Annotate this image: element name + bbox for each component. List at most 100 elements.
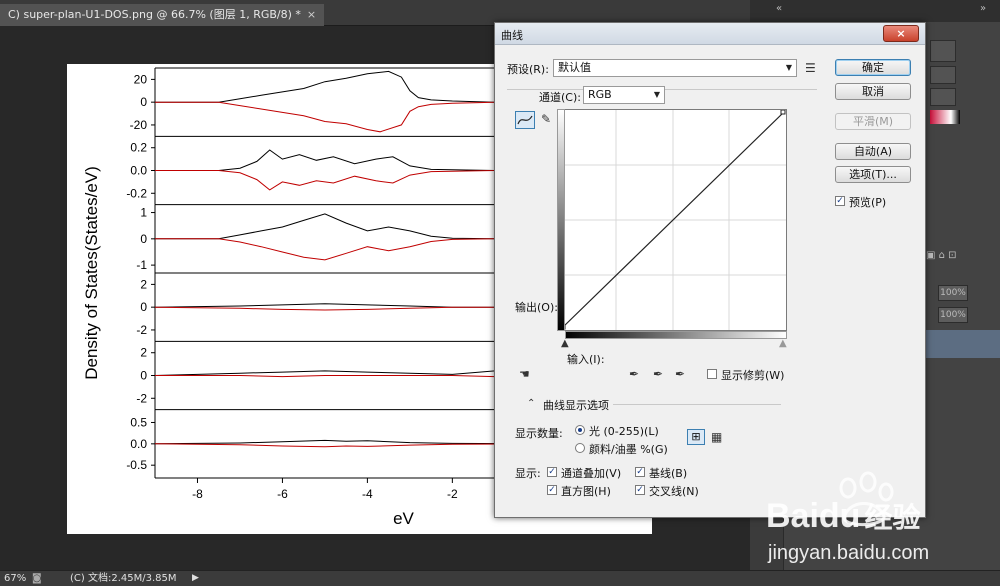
simple-grid-icon[interactable]: ⊞ — [687, 429, 705, 445]
y-tick-label: 0.5 — [130, 415, 147, 429]
pigment-radio[interactable] — [575, 443, 585, 453]
y-tick-label: 1 — [140, 206, 147, 220]
status-menu-arrow-icon[interactable]: ▶ — [192, 571, 199, 586]
y-tick-label: -1 — [136, 258, 147, 272]
auto-button[interactable]: 自动(A) — [835, 143, 911, 160]
y-tick-label: 0.0 — [130, 437, 147, 451]
curve-grid-svg — [560, 109, 786, 330]
white-point-slider-icon[interactable]: ▲ — [779, 337, 787, 351]
preset-menu-icon[interactable]: ☰ — [805, 61, 816, 75]
panel-swatch-block[interactable] — [930, 88, 956, 106]
collapse-panels-icon[interactable]: « — [776, 3, 782, 14]
pencil-tool-icon[interactable]: ✎ — [541, 112, 551, 126]
histogram-label[interactable]: 直方图(H) — [561, 483, 611, 499]
y-tick-label: -0.2 — [126, 186, 147, 200]
channel-select[interactable]: RGB ▼ — [583, 86, 665, 104]
y-tick-label: 2 — [140, 346, 147, 360]
dialog-titlebar[interactable]: 曲线 × — [495, 23, 925, 45]
preset-value: 默认值 — [558, 61, 591, 74]
section-divider-line — [613, 404, 781, 405]
dialog-title: 曲线 — [501, 29, 523, 42]
panel-swatch-block[interactable] — [930, 66, 956, 84]
curve-grid[interactable] — [559, 109, 787, 331]
y-tick-label: -20 — [130, 118, 148, 132]
gray-eyedropper-icon[interactable]: ✒ — [653, 367, 663, 381]
document-info[interactable]: (C) 文档:2.45M/3.85M — [70, 571, 177, 586]
y-tick-label: 0 — [140, 300, 147, 314]
y-tick-label: 0.2 — [130, 141, 147, 155]
light-option-label[interactable]: 光 (0-255)(L) — [589, 423, 659, 439]
channel-value: RGB — [588, 88, 612, 101]
show-clipping-label[interactable]: 显示修剪(W) — [721, 367, 784, 383]
chevron-down-icon: ▼ — [653, 90, 660, 99]
status-icon[interactable]: ◙ — [32, 571, 42, 586]
baidu-watermark: Baidu 经验 jingyan.baidu.com — [760, 470, 1000, 570]
selected-layer-row[interactable] — [926, 330, 1000, 358]
pigment-option-label[interactable]: 颜料/油墨 %(G) — [589, 441, 668, 457]
watermark-brand-cn: 经验 — [864, 502, 921, 533]
intersection-line-label[interactable]: 交叉线(N) — [649, 483, 699, 499]
ok-button[interactable]: 确定 — [835, 59, 911, 76]
curve-tool-icon[interactable] — [515, 111, 535, 129]
cancel-button[interactable]: 取消 — [835, 83, 911, 100]
preset-select[interactable]: 默认值 ▼ — [553, 59, 797, 77]
collapse-options-icon[interactable]: ⌃ — [527, 397, 535, 411]
watermark-url: jingyan.baidu.com — [768, 542, 930, 564]
y-tick-label: -0.5 — [126, 458, 147, 472]
document-tab-title: C) super-plan-U1-DOS.png @ 66.7% (图层 1, … — [8, 8, 301, 21]
preset-label: 预设(R): — [507, 63, 549, 76]
channel-label: 通道(C): — [539, 91, 581, 104]
y-tick-label: 0 — [140, 95, 147, 109]
panel-swatch-block[interactable] — [930, 40, 956, 62]
channel-overlays-checkbox[interactable]: ✓ — [547, 467, 557, 477]
black-point-slider-icon[interactable]: ▲ — [561, 337, 569, 351]
expand-panels-icon[interactable]: » — [980, 3, 986, 14]
color-gradient-swatch[interactable] — [930, 110, 960, 124]
y-tick-label: 0 — [140, 369, 147, 383]
x-tick-label: -2 — [447, 487, 458, 501]
curves-dialog: 曲线 × 预设(R): 默认值 ▼ ☰ 确定 取消 平滑(M) 自动(A) 选项(… — [494, 22, 926, 518]
show-amount-label: 显示数量: — [515, 427, 563, 440]
zoom-readout[interactable]: 67% — [4, 571, 26, 586]
fill-field[interactable]: 100% — [938, 307, 968, 323]
white-eyedropper-icon[interactable]: ✒ — [675, 367, 685, 381]
layer-tools-row[interactable]: ▣ ⌂ ⊡ — [926, 250, 1000, 266]
opacity-field[interactable]: 100% — [938, 285, 968, 301]
close-tab-icon[interactable]: × — [307, 8, 316, 21]
baseline-checkbox[interactable]: ✓ — [635, 467, 645, 477]
y-axis-label: Density of States(States/eV) — [82, 166, 101, 380]
input-label: 输入(I): — [567, 353, 605, 366]
black-eyedropper-icon[interactable]: ✒ — [629, 367, 639, 381]
output-label: 输出(O): — [515, 301, 558, 314]
y-tick-label: -2 — [136, 323, 147, 337]
channel-overlays-label[interactable]: 通道叠加(V) — [561, 465, 621, 481]
y-tick-label: 2 — [140, 277, 147, 291]
histogram-checkbox[interactable]: ✓ — [547, 485, 557, 495]
y-tick-label: -2 — [136, 391, 147, 405]
watermark-brand: Baidu — [766, 497, 861, 535]
input-gradient-bar — [565, 331, 787, 339]
document-tab[interactable]: C) super-plan-U1-DOS.png @ 66.7% (图层 1, … — [0, 4, 325, 26]
detailed-grid-icon[interactable]: ▦ — [711, 430, 722, 444]
x-axis-label: eV — [393, 509, 414, 528]
x-tick-label: -8 — [192, 487, 203, 501]
statusbar: 67% ◙ (C) 文档:2.45M/3.85M ▶ — [0, 570, 1000, 586]
intersection-line-checkbox[interactable]: ✓ — [635, 485, 645, 495]
options-button[interactable]: 选项(T)... — [835, 166, 911, 183]
x-tick-label: -6 — [277, 487, 288, 501]
y-tick-label: 0.0 — [130, 164, 147, 178]
show-clipping-checkbox[interactable] — [707, 369, 717, 379]
target-adjust-hand-icon[interactable]: ☚ — [519, 367, 530, 381]
baseline-label[interactable]: 基线(B) — [649, 465, 687, 481]
smooth-button[interactable]: 平滑(M) — [835, 113, 911, 130]
light-radio[interactable] — [575, 425, 585, 435]
x-tick-label: -4 — [362, 487, 373, 501]
preview-checkbox[interactable]: ✓ — [835, 196, 845, 206]
y-tick-label: 20 — [134, 72, 148, 86]
curve-endpoint-top — [780, 109, 786, 115]
show-label: 显示: — [515, 467, 541, 480]
dialog-close-button[interactable]: × — [883, 25, 919, 42]
panel-header-strip: « » — [750, 0, 1000, 22]
output-gradient-bar — [557, 109, 565, 331]
preview-label[interactable]: 预览(P) — [849, 194, 886, 210]
